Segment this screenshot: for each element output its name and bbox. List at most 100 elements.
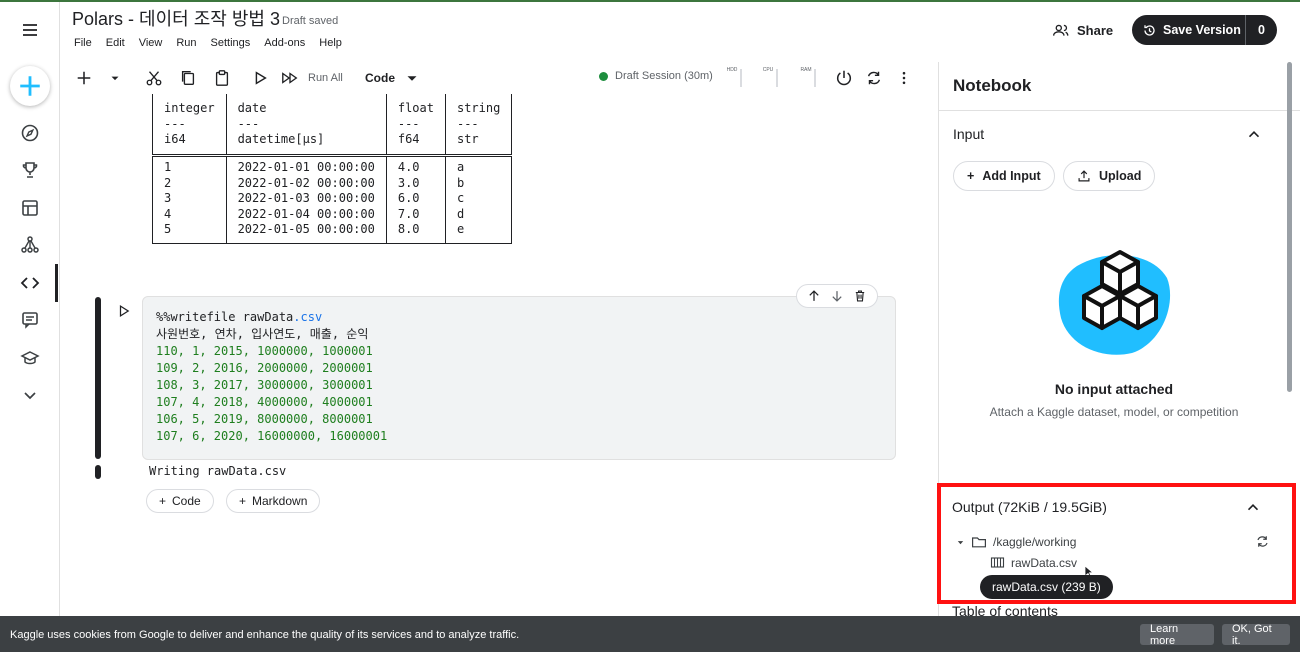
panel-title: Notebook bbox=[953, 76, 1032, 95]
col-header: float --- f64 bbox=[385, 94, 446, 155]
session-status[interactable]: Draft Session (30m) bbox=[599, 70, 713, 82]
output-section-title[interactable]: Output (72KiB / 19.5GiB) bbox=[952, 499, 1107, 515]
dataframe-output: integer --- i64 date --- datetime[μs] fl… bbox=[152, 94, 513, 244]
upload-label: Upload bbox=[1099, 169, 1142, 183]
delete-icon[interactable] bbox=[853, 289, 867, 303]
restart-icon[interactable] bbox=[864, 68, 884, 88]
table-row: 1 2022-01-01 00:00:00 4.0 a bbox=[152, 160, 513, 176]
cell-type-select[interactable]: Code bbox=[365, 68, 421, 88]
add-code-cell-button[interactable]: + Code bbox=[146, 489, 214, 513]
arrow-down-icon[interactable] bbox=[830, 289, 844, 303]
code-line: 110, 1, 2015, 1000000, 1000001 bbox=[156, 344, 373, 358]
hamburger-menu-icon[interactable] bbox=[14, 14, 46, 46]
input-section-title[interactable]: Input bbox=[953, 126, 984, 142]
table-row: 5 2022-01-05 00:00:00 8.0 e bbox=[152, 222, 513, 244]
trophy-icon[interactable] bbox=[14, 154, 46, 186]
cell-output: Writing rawData.csv bbox=[149, 464, 287, 478]
session-label: Draft Session (30m) bbox=[615, 70, 713, 82]
menu-view[interactable]: View bbox=[139, 37, 163, 49]
arrow-up-icon[interactable] bbox=[807, 289, 821, 303]
learn-icon[interactable] bbox=[14, 342, 46, 374]
paste-icon[interactable] bbox=[212, 68, 232, 88]
discussion-icon[interactable] bbox=[14, 304, 46, 336]
folder-icon bbox=[972, 537, 986, 548]
empty-input-title: No input attached bbox=[1054, 381, 1174, 397]
table-row: 4 2022-01-04 00:00:00 7.0 d bbox=[152, 206, 513, 222]
refresh-icon[interactable] bbox=[1255, 534, 1270, 549]
version-count[interactable]: 0 bbox=[1246, 23, 1277, 37]
hdd-bar bbox=[740, 69, 742, 87]
code-magic: %%writefile rawData bbox=[156, 310, 294, 324]
csv-file-icon bbox=[990, 557, 1005, 568]
menu-file[interactable]: File bbox=[74, 37, 92, 49]
save-version-button[interactable]: Save Version 0 bbox=[1132, 15, 1277, 45]
chevron-up-icon[interactable] bbox=[1245, 125, 1263, 143]
notebook-area: integer --- i64 date --- datetime[μs] fl… bbox=[60, 94, 938, 616]
run-all-icon[interactable] bbox=[280, 68, 300, 88]
plus-icon: + bbox=[967, 169, 975, 183]
add-cell-icon[interactable] bbox=[74, 68, 94, 88]
menu-settings[interactable]: Settings bbox=[211, 37, 251, 49]
panel-scrollbar[interactable] bbox=[1287, 62, 1292, 392]
code-line: 108, 3, 2017, 3000000, 3000001 bbox=[156, 378, 373, 392]
caret-down-icon bbox=[957, 540, 964, 544]
code-line: 107, 6, 2020, 16000000, 16000001 bbox=[156, 429, 388, 443]
left-nav-rail bbox=[0, 2, 60, 616]
code-line: 109, 2, 2016, 2000000, 2000001 bbox=[156, 361, 373, 375]
menu-help[interactable]: Help bbox=[319, 37, 342, 49]
run-all-button[interactable]: Run All bbox=[308, 68, 343, 88]
models-icon[interactable] bbox=[14, 229, 46, 261]
cookie-banner: Kaggle uses cookies from Google to deliv… bbox=[0, 616, 1300, 652]
cell-type-value: Code bbox=[365, 71, 395, 85]
add-markdown-label: Markdown bbox=[252, 494, 308, 508]
table-row: 3 2022-01-03 00:00:00 6.0 c bbox=[152, 191, 513, 207]
play-icon bbox=[119, 304, 130, 318]
plus-icon bbox=[20, 76, 40, 96]
upload-button[interactable]: Upload bbox=[1063, 161, 1156, 191]
col-header: string --- str bbox=[444, 94, 513, 155]
chevron-up-icon[interactable] bbox=[1244, 498, 1262, 516]
history-icon bbox=[1144, 24, 1155, 36]
create-button[interactable] bbox=[10, 66, 50, 106]
cell-tools bbox=[796, 284, 878, 308]
code-line: 106, 5, 2019, 8000000, 8000001 bbox=[156, 412, 373, 426]
cubes-illustration-icon bbox=[1058, 250, 1171, 355]
ok-got-it-button[interactable]: OK, Got it. bbox=[1222, 623, 1290, 647]
add-markdown-cell-button[interactable]: + Markdown bbox=[226, 489, 321, 513]
plus-icon: + bbox=[239, 494, 247, 508]
power-icon[interactable] bbox=[834, 68, 854, 88]
output-folder-row[interactable]: /kaggle/working bbox=[956, 534, 1076, 550]
hdd-meter: HDD bbox=[726, 67, 738, 73]
menu-edit[interactable]: Edit bbox=[106, 37, 125, 49]
table-row: 2 2022-01-02 00:00:00 3.0 b bbox=[152, 175, 513, 191]
notebook-title[interactable]: Polars - 데이터 조작 방법 3 bbox=[72, 5, 280, 31]
code-cell-editor[interactable]: %%writefile rawData.csv 사원번호, 연차, 입사연도, … bbox=[142, 296, 896, 460]
table-icon[interactable] bbox=[14, 192, 46, 224]
code-icon[interactable] bbox=[14, 267, 46, 299]
ram-meter: RAM bbox=[800, 67, 812, 73]
output-file-row[interactable]: rawData.csv bbox=[990, 555, 1077, 570]
col-header: integer --- i64 bbox=[152, 94, 227, 155]
cookie-text: Kaggle uses cookies from Google to deliv… bbox=[10, 629, 520, 641]
copy-icon[interactable] bbox=[178, 68, 198, 88]
ram-bar bbox=[814, 69, 816, 87]
file-tooltip: rawData.csv (239 B) bbox=[980, 575, 1113, 599]
compass-icon[interactable] bbox=[14, 117, 46, 149]
output-folder-name: /kaggle/working bbox=[993, 535, 1077, 549]
cut-icon[interactable] bbox=[144, 68, 164, 88]
expand-more-icon[interactable] bbox=[14, 379, 46, 411]
share-button[interactable]: Share bbox=[1052, 16, 1113, 44]
add-input-button[interactable]: + Add Input bbox=[953, 161, 1055, 191]
caret-down-icon bbox=[407, 76, 417, 81]
draft-status: Draft saved bbox=[282, 15, 339, 27]
plus-icon: + bbox=[159, 494, 167, 508]
run-cell-icon[interactable] bbox=[251, 68, 269, 88]
more-vert-icon[interactable] bbox=[896, 68, 912, 88]
col-header: date --- datetime[μs] bbox=[225, 94, 387, 155]
output-indicator bbox=[95, 465, 101, 479]
menu-run[interactable]: Run bbox=[176, 37, 196, 49]
learn-more-button[interactable]: Learn more bbox=[1140, 623, 1214, 647]
menu-add-ons[interactable]: Add-ons bbox=[264, 37, 305, 49]
run-cell-button[interactable] bbox=[117, 304, 131, 323]
caret-down-icon[interactable] bbox=[108, 68, 122, 88]
